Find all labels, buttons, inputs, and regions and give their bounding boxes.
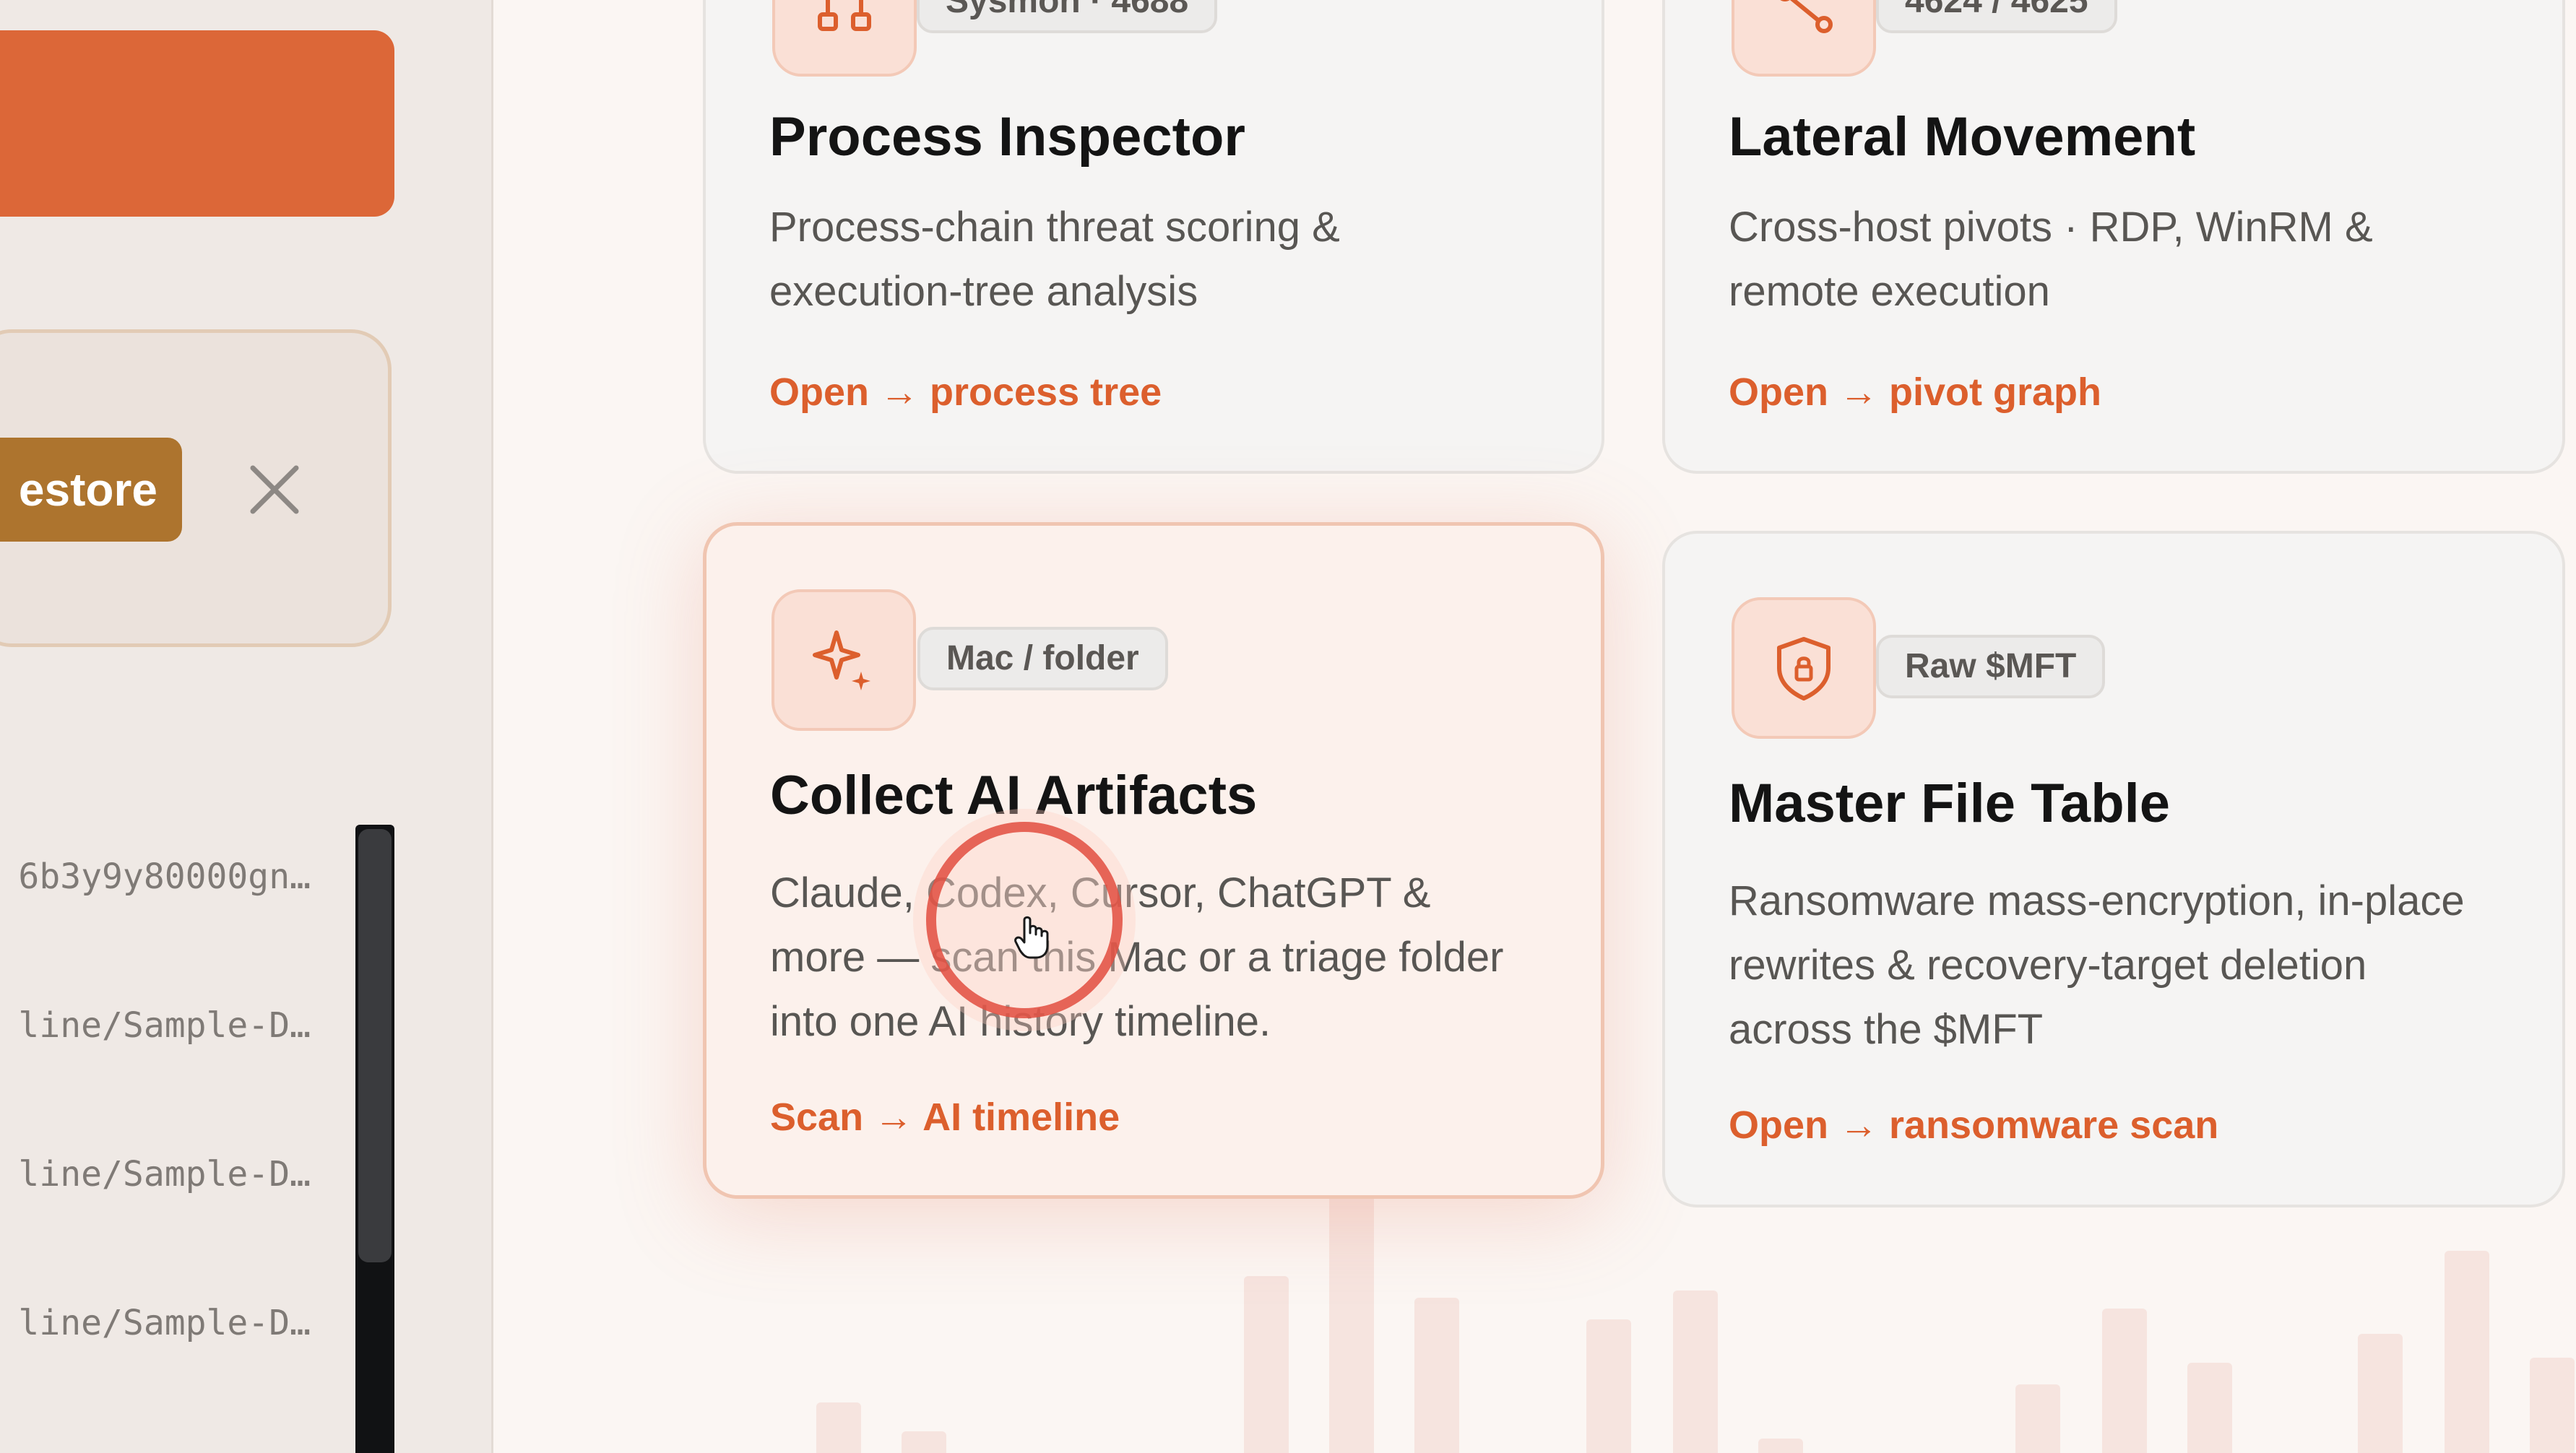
primary-action-button[interactable] (0, 30, 394, 217)
scan-ai-timeline-link[interactable]: Scan → AI timeline (770, 1098, 1120, 1137)
source-badge: Raw $MFT (1876, 635, 2106, 698)
card-master-file-table[interactable]: Raw $MFT Master File Table Ransomware ma… (1662, 531, 2565, 1207)
card-lateral-movement[interactable]: 4624 / 4625 Lateral Movement Cross-host … (1662, 0, 2565, 474)
sparkle-icon (771, 589, 916, 731)
card-process-inspector[interactable]: Sysmon · 4688 Process Inspector Process-… (703, 0, 1604, 474)
card-title: Collect AI Artifacts (770, 765, 1258, 826)
source-badge: Mac / folder (917, 627, 1168, 690)
card-description: Process-chain threat scoring & execution… (769, 204, 1340, 315)
card-description: Cross-host pivots · RDP, WinRM & remote … (1729, 204, 2373, 315)
list-item[interactable]: line/Sample-D… (0, 1145, 311, 1203)
scrollbar-thumb[interactable] (358, 829, 392, 1262)
list-item[interactable]: 6b3y9y80000gn… (0, 848, 311, 906)
list-item[interactable]: line/Sample-D… (0, 1294, 311, 1352)
open-process-tree-link[interactable]: Open → process tree (769, 373, 1162, 412)
event-id-badge: 4624 / 4625 (1876, 0, 2117, 33)
card-title: Process Inspector (769, 106, 1245, 168)
card-collect-ai-artifacts[interactable]: Mac / folder Collect AI Artifacts Claude… (703, 522, 1604, 1199)
restore-button[interactable]: estore (0, 438, 182, 542)
card-description: Ransomware mass-encryption, in-place rew… (1729, 877, 2465, 1053)
open-pivot-graph-link[interactable]: Open → pivot graph (1729, 373, 2101, 412)
process-tree-icon (772, 0, 917, 77)
open-ransomware-scan-link[interactable]: Open → ransomware scan (1729, 1106, 2218, 1145)
close-icon[interactable] (247, 462, 302, 517)
card-description: Claude, Codex, Cursor, ChatGPT & more — … (770, 869, 1504, 1045)
background-chart-decoration (809, 1193, 2576, 1453)
hand-pointer-cursor-icon (1014, 916, 1049, 959)
pivot-graph-icon (1732, 0, 1876, 77)
card-title: Lateral Movement (1729, 106, 2196, 168)
card-title: Master File Table (1729, 773, 2171, 834)
source-badge: Sysmon · 4688 (917, 0, 1218, 33)
sidebar: estore 6b3y9y80000gn… line/Sample-D… lin… (0, 0, 493, 1453)
shield-lock-icon (1732, 597, 1876, 739)
list-item[interactable]: line/Sample-D… (0, 997, 311, 1054)
